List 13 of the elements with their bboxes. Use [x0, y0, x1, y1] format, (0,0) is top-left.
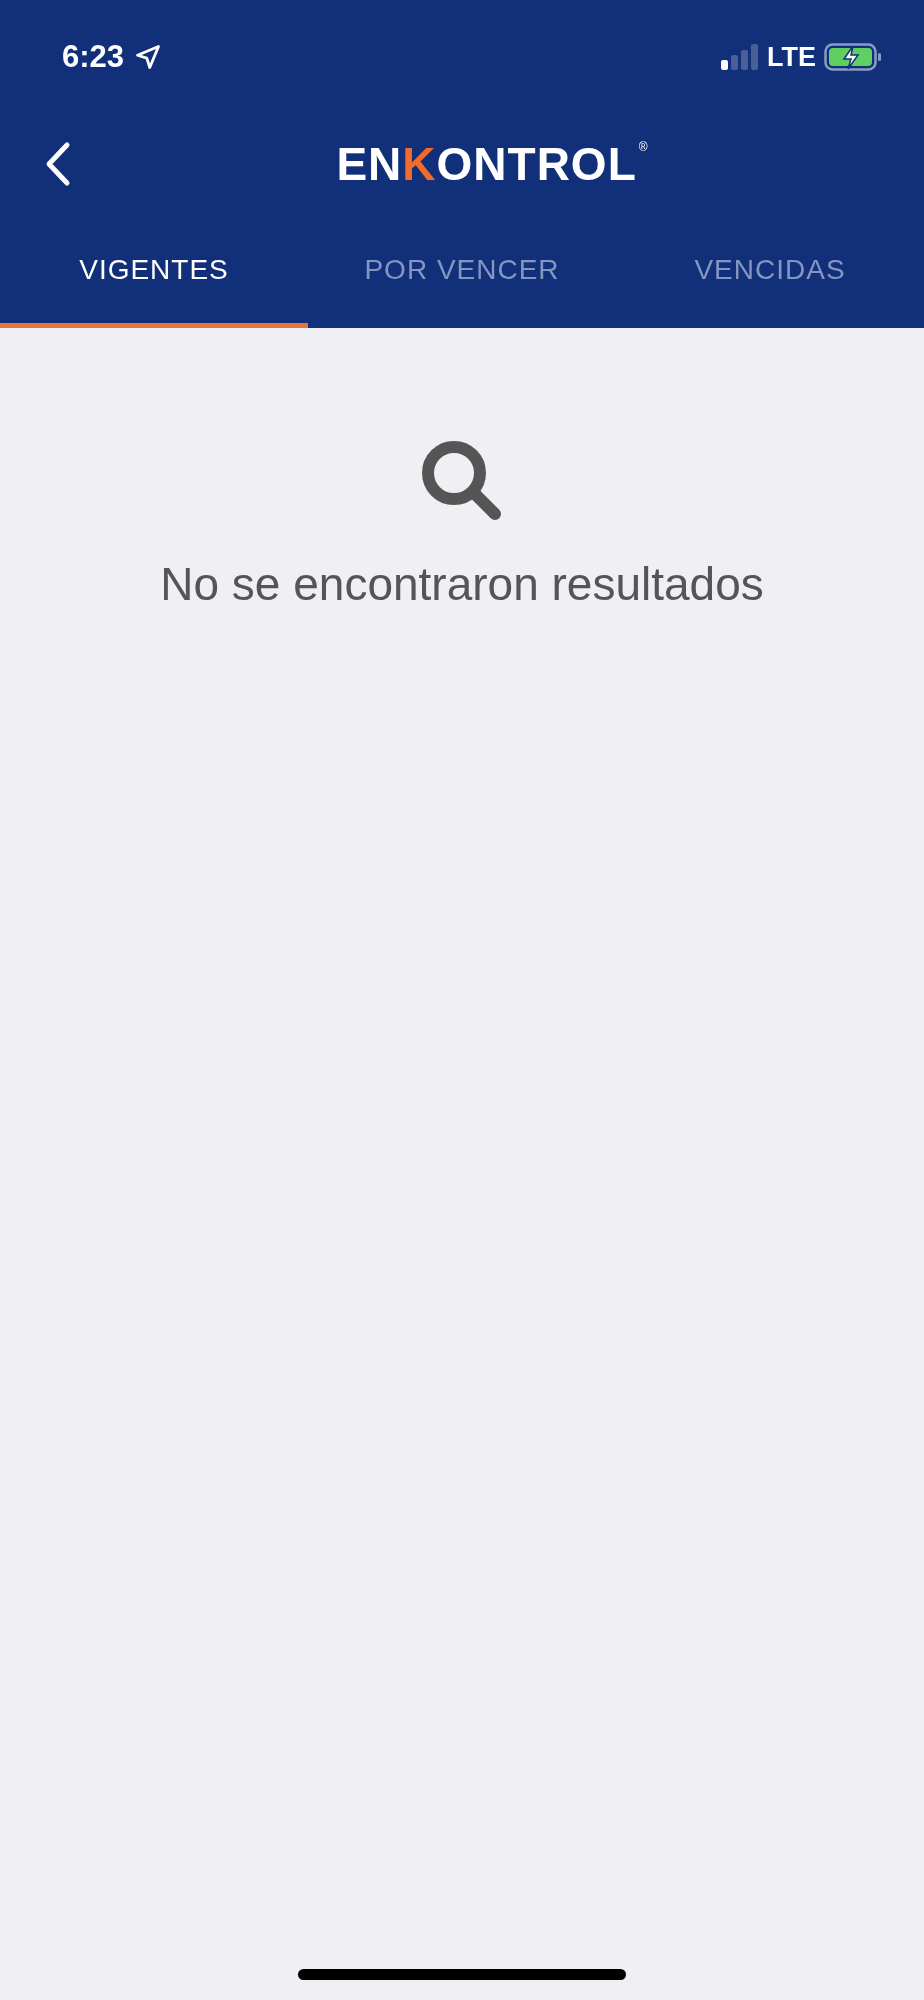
search-icon	[421, 440, 503, 522]
tab[interactable]: VIGENTES	[0, 210, 308, 328]
location-arrow-icon	[134, 43, 163, 71]
battery-charging-icon	[824, 43, 882, 71]
signal-icon	[721, 44, 759, 70]
network-label: LTE	[767, 40, 816, 74]
back-chevron-icon	[45, 141, 71, 187]
tab[interactable]: VENCIDAS	[616, 210, 924, 328]
app-logo: ENKONTROL	[336, 141, 637, 187]
tab[interactable]: POR VENCER	[308, 210, 616, 328]
registered-mark: ®	[638, 141, 648, 153]
empty-message: No se encontraron resultados	[160, 557, 764, 612]
status-time: 6:23	[62, 37, 125, 76]
